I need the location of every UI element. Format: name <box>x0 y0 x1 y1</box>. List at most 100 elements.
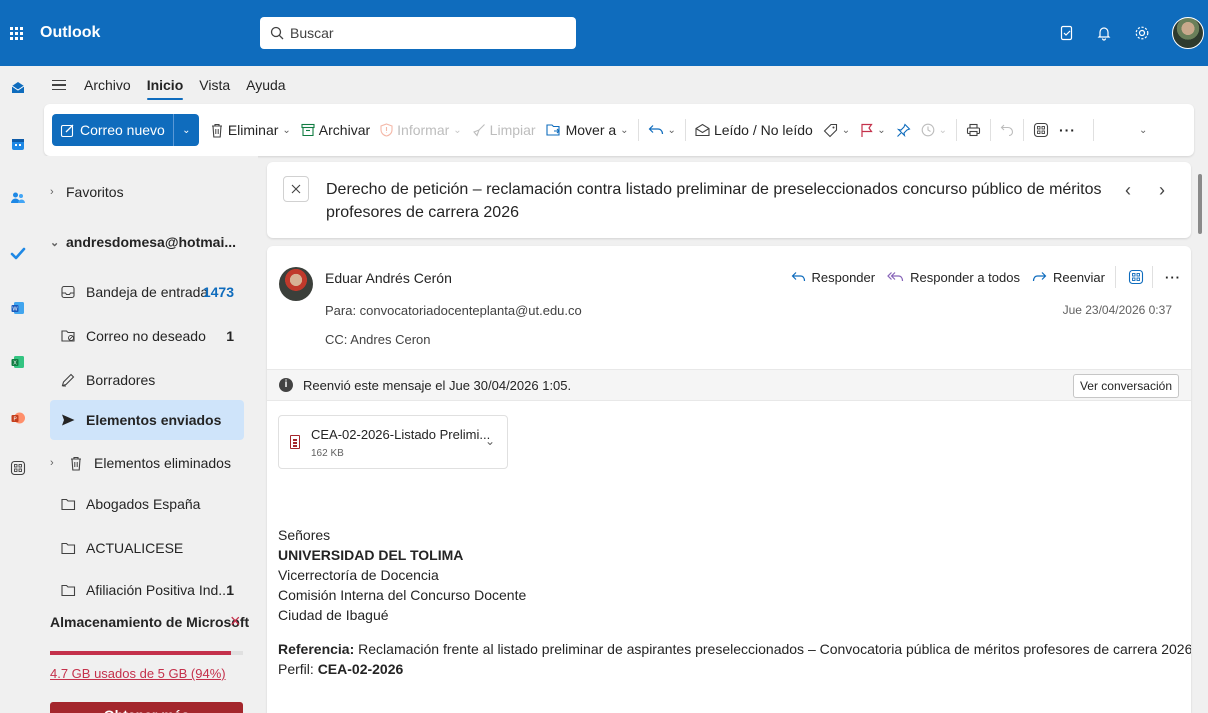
pencil-icon <box>58 373 78 387</box>
folder-drafts[interactable]: Borradores <box>50 360 244 400</box>
reply-icon <box>791 272 805 282</box>
new-mail-dropdown[interactable]: ⌄ <box>172 114 199 146</box>
search-box[interactable] <box>260 17 576 49</box>
move-to-button[interactable]: Mover a ⌄ <box>541 114 634 146</box>
mail-app-icon[interactable] <box>6 76 30 100</box>
toolbar-divider <box>1092 119 1094 141</box>
reply-button[interactable]: Responder <box>791 270 875 285</box>
chevron-down-icon[interactable]: ⌄ <box>485 434 495 448</box>
info-icon: i <box>279 378 293 392</box>
get-more-storage-button[interactable]: Obtener más <box>50 702 243 713</box>
chevron-down-icon[interactable]: ⌄ <box>877 125 885 136</box>
message-pane: Eduar Andrés Cerón Para: convocatoriadoc… <box>267 246 1191 713</box>
shield-icon <box>380 123 393 137</box>
chevron-down-icon[interactable]: ⌄ <box>453 125 461 136</box>
report-button[interactable]: Informar ⌄ <box>375 114 467 146</box>
tab-ayuda[interactable]: Ayuda <box>246 73 285 97</box>
account-header[interactable]: ⌄ andresdomesa@hotmai... <box>50 222 244 262</box>
ribbon-toolbar: Correo nuevo ⌄ Eliminar ⌄ Archivar Infor… <box>44 104 1194 156</box>
reply-button[interactable]: ⌄ <box>643 114 681 146</box>
folder-inbox[interactable]: Bandeja de entrada 1473 <box>50 272 244 312</box>
todo-app-icon[interactable] <box>6 242 30 266</box>
folder-sent[interactable]: Elementos enviados <box>50 400 244 440</box>
folder-move-icon <box>546 124 560 136</box>
gear-icon[interactable] <box>1130 21 1154 45</box>
reference-label: Referencia: <box>278 641 355 657</box>
archive-button[interactable]: Archivar <box>296 114 375 146</box>
pdf-file-icon <box>290 435 300 449</box>
chevron-down-icon[interactable]: ⌄ <box>668 125 676 136</box>
close-message-button[interactable] <box>283 176 309 202</box>
more-apps-icon[interactable] <box>6 456 30 480</box>
recipient-to: Para: convocatoriadocenteplanta@ut.edu.c… <box>325 303 582 318</box>
folder-deleted[interactable]: › Elementos eliminados <box>50 443 244 483</box>
reading-pane-scrollbar[interactable] <box>1196 162 1204 713</box>
delete-button[interactable]: Eliminar ⌄ <box>205 114 296 146</box>
tab-inicio[interactable]: Inicio <box>146 73 183 100</box>
word-app-icon[interactable]: W <box>6 296 30 320</box>
app-launcher-button[interactable] <box>0 0 33 66</box>
pin-button[interactable] <box>891 114 916 146</box>
waffle-icon <box>10 26 23 40</box>
scrollbar-thumb[interactable] <box>1198 174 1202 234</box>
close-icon <box>291 184 301 194</box>
folder-label: Bandeja de entrada <box>86 284 209 300</box>
new-mail-button[interactable]: Correo nuevo ⌄ <box>52 114 199 146</box>
view-conversation-button[interactable]: Ver conversación <box>1072 374 1179 398</box>
read-unread-button[interactable]: Leído / No leído <box>690 114 818 146</box>
apps-button[interactable] <box>1128 269 1144 285</box>
categorize-button[interactable]: ⌄ <box>818 114 855 146</box>
reply-all-button[interactable]: Responder a todos <box>887 270 1020 285</box>
app-title[interactable]: Outlook <box>40 0 100 66</box>
folder-junk[interactable]: Correo no deseado 1 <box>50 316 244 356</box>
more-options-button[interactable]: ··· <box>1165 270 1181 285</box>
powerpoint-app-icon[interactable]: P <box>6 406 30 430</box>
hamburger-icon[interactable] <box>52 75 72 95</box>
tab-archivo[interactable]: Archivo <box>84 73 131 97</box>
chevron-down-icon[interactable]: ⌄ <box>620 125 628 136</box>
more-options-button[interactable]: ··· <box>1054 114 1081 146</box>
people-app-icon[interactable] <box>6 186 30 210</box>
broom-icon <box>472 124 485 137</box>
favorites-header[interactable]: › Favoritos <box>50 172 244 212</box>
ribbon-expand-button[interactable]: ⌄ <box>1134 114 1152 146</box>
reply-all-label: Responder a todos <box>910 269 1020 285</box>
calendar-app-icon[interactable] <box>6 132 30 156</box>
tab-vista[interactable]: Vista <box>199 73 230 97</box>
sender-name[interactable]: Eduar Andrés Cerón <box>325 270 452 286</box>
unread-count: 1 <box>226 582 234 598</box>
new-mail-main[interactable]: Correo nuevo <box>52 114 173 146</box>
delete-label: Eliminar <box>227 122 279 138</box>
excel-app-icon[interactable]: X <box>6 350 30 374</box>
snooze-button[interactable]: ⌄ <box>916 114 952 146</box>
folder-afiliacion[interactable]: Afiliación Positiva Ind... 1 <box>50 570 244 610</box>
folder-abogados[interactable]: Abogados España <box>50 484 244 524</box>
folder-actualicese[interactable]: ACTUALICESE <box>50 528 244 568</box>
sweep-button[interactable]: Limpiar <box>467 114 541 146</box>
storage-used-link[interactable]: 4.7 GB usados de 5 GB (94%) <box>50 666 226 681</box>
chevron-down-icon[interactable]: ⌄ <box>282 125 290 136</box>
forward-icon <box>1032 272 1047 282</box>
toolbar-divider <box>955 119 957 141</box>
next-message-button[interactable]: › <box>1159 180 1165 201</box>
chevron-down-icon[interactable]: ⌄ <box>939 125 947 136</box>
print-button[interactable] <box>961 114 986 146</box>
forward-button[interactable]: Reenviar <box>1032 270 1105 285</box>
attachment-card[interactable]: CEA-02-2026-Listado Prelimi... 162 KB ⌄ <box>278 415 508 469</box>
close-icon[interactable]: × <box>230 612 241 630</box>
flag-button[interactable]: ⌄ <box>855 114 890 146</box>
chevron-down-icon: ⌄ <box>182 124 191 136</box>
unread-count: 1473 <box>202 284 234 300</box>
previous-message-button[interactable]: ‹ <box>1125 180 1131 201</box>
apps-button[interactable] <box>1028 114 1054 146</box>
search-input[interactable] <box>290 25 560 41</box>
undo-button[interactable] <box>995 114 1019 146</box>
message-actions: Responder Responder a todos Reenviar ··· <box>779 266 1182 288</box>
attachment-size: 162 KB <box>311 448 344 459</box>
user-avatar[interactable] <box>1172 17 1204 49</box>
envelope-open-icon <box>695 123 710 137</box>
chevron-down-icon[interactable]: ⌄ <box>842 125 850 136</box>
sender-avatar[interactable] <box>279 267 313 301</box>
bell-icon[interactable] <box>1092 21 1116 45</box>
todo-note-icon[interactable] <box>1055 21 1079 45</box>
